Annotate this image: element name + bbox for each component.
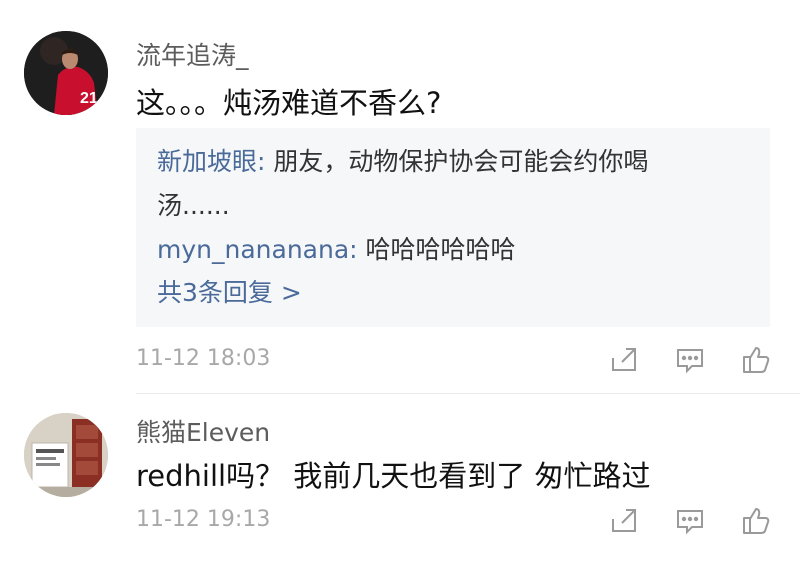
reply-separator: : — [257, 147, 274, 176]
comment-item: 21 流年追涛_ 这。。。炖汤难道不香么? 新加坡眼: 朋友，动物保护协会可能会… — [0, 0, 800, 393]
avatar[interactable]: 21 — [24, 31, 108, 115]
more-replies-link[interactable]: 共3条回复 > — [157, 273, 302, 309]
avatar[interactable] — [24, 413, 108, 497]
reply-username[interactable]: myn_nananana — [157, 235, 349, 264]
like-icon[interactable] — [740, 505, 772, 537]
comment-item: 熊猫Eleven redhill吗？ 我前几天也看到了 匆忙路过 11-12 1… — [0, 393, 800, 572]
reply-icon[interactable] — [674, 344, 706, 376]
comment-text: redhill吗？ 我前几天也看到了 匆忙路过 — [136, 459, 651, 493]
comment-username[interactable]: 流年追涛_ — [136, 36, 249, 72]
svg-text:21: 21 — [80, 90, 98, 107]
comment-timestamp: 11-12 19:13 — [136, 507, 271, 532]
reply-separator: : — [349, 235, 366, 264]
share-icon[interactable] — [608, 344, 640, 376]
reply-box[interactable]: 新加坡眼: 朋友，动物保护协会可能会约你喝汤...... myn_nananan… — [136, 128, 770, 327]
reply-username[interactable]: 新加坡眼 — [157, 147, 257, 176]
like-icon[interactable] — [740, 344, 772, 376]
share-icon[interactable] — [608, 505, 640, 537]
reply-item: 新加坡眼: 朋友，动物保护协会可能会约你喝汤...... — [157, 140, 717, 228]
reply-item: myn_nananana: 哈哈哈哈哈哈 — [157, 228, 516, 272]
reply-text: 哈哈哈哈哈哈 — [365, 235, 516, 264]
reply-icon[interactable] — [674, 505, 706, 537]
comment-text: 这。。。炖汤难道不香么? — [136, 86, 442, 120]
comment-timestamp: 11-12 18:03 — [136, 346, 271, 371]
comment-username[interactable]: 熊猫Eleven — [136, 413, 270, 449]
